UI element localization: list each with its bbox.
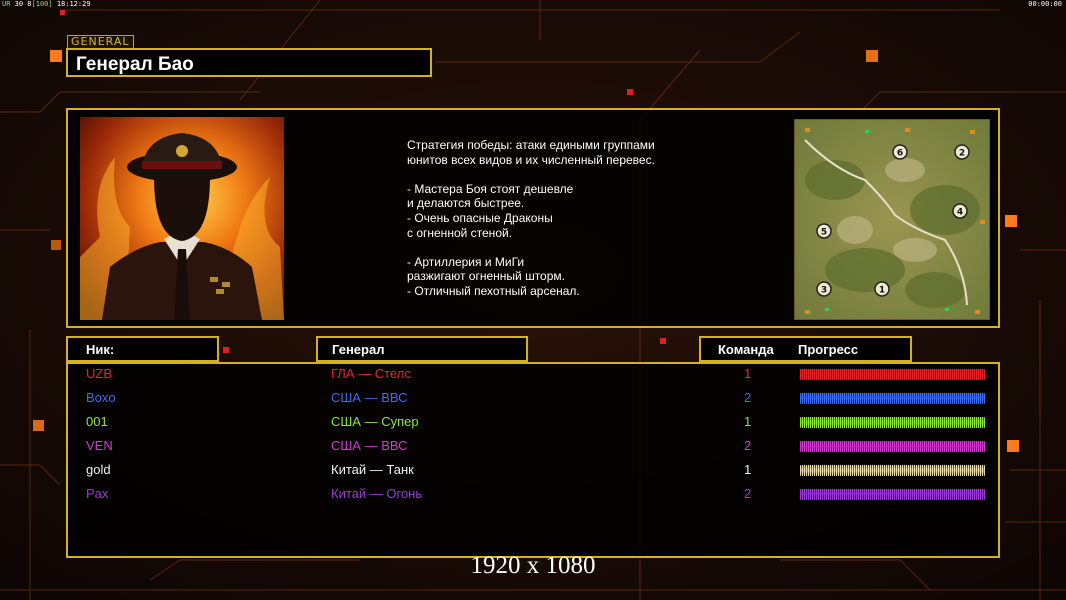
progress-bar [800,393,985,404]
game-timer: 00:00:00 [1028,0,1062,8]
player-row: 001 США — Супер 1 [0,412,1066,432]
player-row: gold Китай — Танк 1 [0,460,1066,480]
general-portrait [80,117,284,320]
header-general: Генерал [316,336,528,362]
player-general: Китай — Танк [331,462,414,477]
player-row: Boxo США — ВВС 2 [0,388,1066,408]
description-line [407,240,727,255]
player-nick: 001 [86,414,108,429]
fps-counter: UR 30 8[100] 18:12:29 [2,0,91,8]
clock: 18:12:29 [56,0,91,8]
player-team: 2 [744,486,752,501]
progress-bar [800,417,985,428]
description-line: - Отличный пехотный арсенал. [407,283,580,298]
progress-bar [800,369,985,380]
map-start-label: 2 [959,149,965,159]
player-general: США — ВВС [331,438,408,453]
progress-bar [800,441,985,452]
general-tag: GENERAL [67,35,134,49]
fps-value: 30 8 [14,0,32,8]
header-team: Команда [718,342,774,357]
header-progress: Прогресс [798,342,859,357]
general-name: Генерал Бао [66,48,432,77]
player-team: 1 [744,414,752,429]
description-line [407,167,727,182]
description-line: Стратегия победы: атаки едиными группами [407,138,655,152]
header-nick: Ник: [66,336,219,362]
description-line: юнитов всех видов и их численный перевес… [407,152,655,167]
player-nick: gold [86,462,111,477]
map-start-label: 5 [821,228,827,238]
player-team: 1 [744,462,752,477]
player-nick: Boxo [86,390,116,405]
map-preview: 6 2 4 5 3 1 [794,119,990,320]
map-start-label: 6 [897,149,903,159]
map-start-label: 3 [821,286,827,296]
progress-bar [800,489,985,500]
player-general: ГЛА — Стелс [331,366,411,381]
player-team: 2 [744,390,752,405]
player-row: UZB ГЛА — Стелс 1 [0,364,1066,384]
player-general: Китай — Огонь [331,486,423,501]
description-line: разжигают огненный шторм. [407,269,565,284]
player-nick: UZB [86,366,112,381]
description-line: - Артиллерия и МиГи [407,254,525,269]
description-line: и делаются быстрее. [407,196,525,211]
player-general: США — Супер [331,414,419,429]
player-row: Pax Китай — Огонь 2 [0,484,1066,504]
description-line: с огненной стеной. [407,225,513,240]
progress-bar [800,465,985,476]
player-team: 2 [744,438,752,453]
description-line: - Мастера Боя стоят дешевле [407,181,574,196]
player-team: 1 [744,366,752,381]
general-description: Стратегия победы: атаки едиными группами… [407,138,727,299]
map-start-label: 4 [957,208,963,218]
description-line: - Очень опасные Драконы [407,210,553,225]
fps-bracket: [100] [31,0,53,8]
resolution-label: 1920 x 1080 [470,552,596,579]
player-nick: VEN [86,438,113,453]
player-general: США — ВВС [331,390,408,405]
player-nick: Pax [86,486,109,501]
fps-prefix: UR [2,0,11,8]
player-row: VEN США — ВВС 2 [0,436,1066,456]
header-team-progress: Команда Прогресс [699,336,912,362]
map-start-label: 1 [879,286,885,296]
